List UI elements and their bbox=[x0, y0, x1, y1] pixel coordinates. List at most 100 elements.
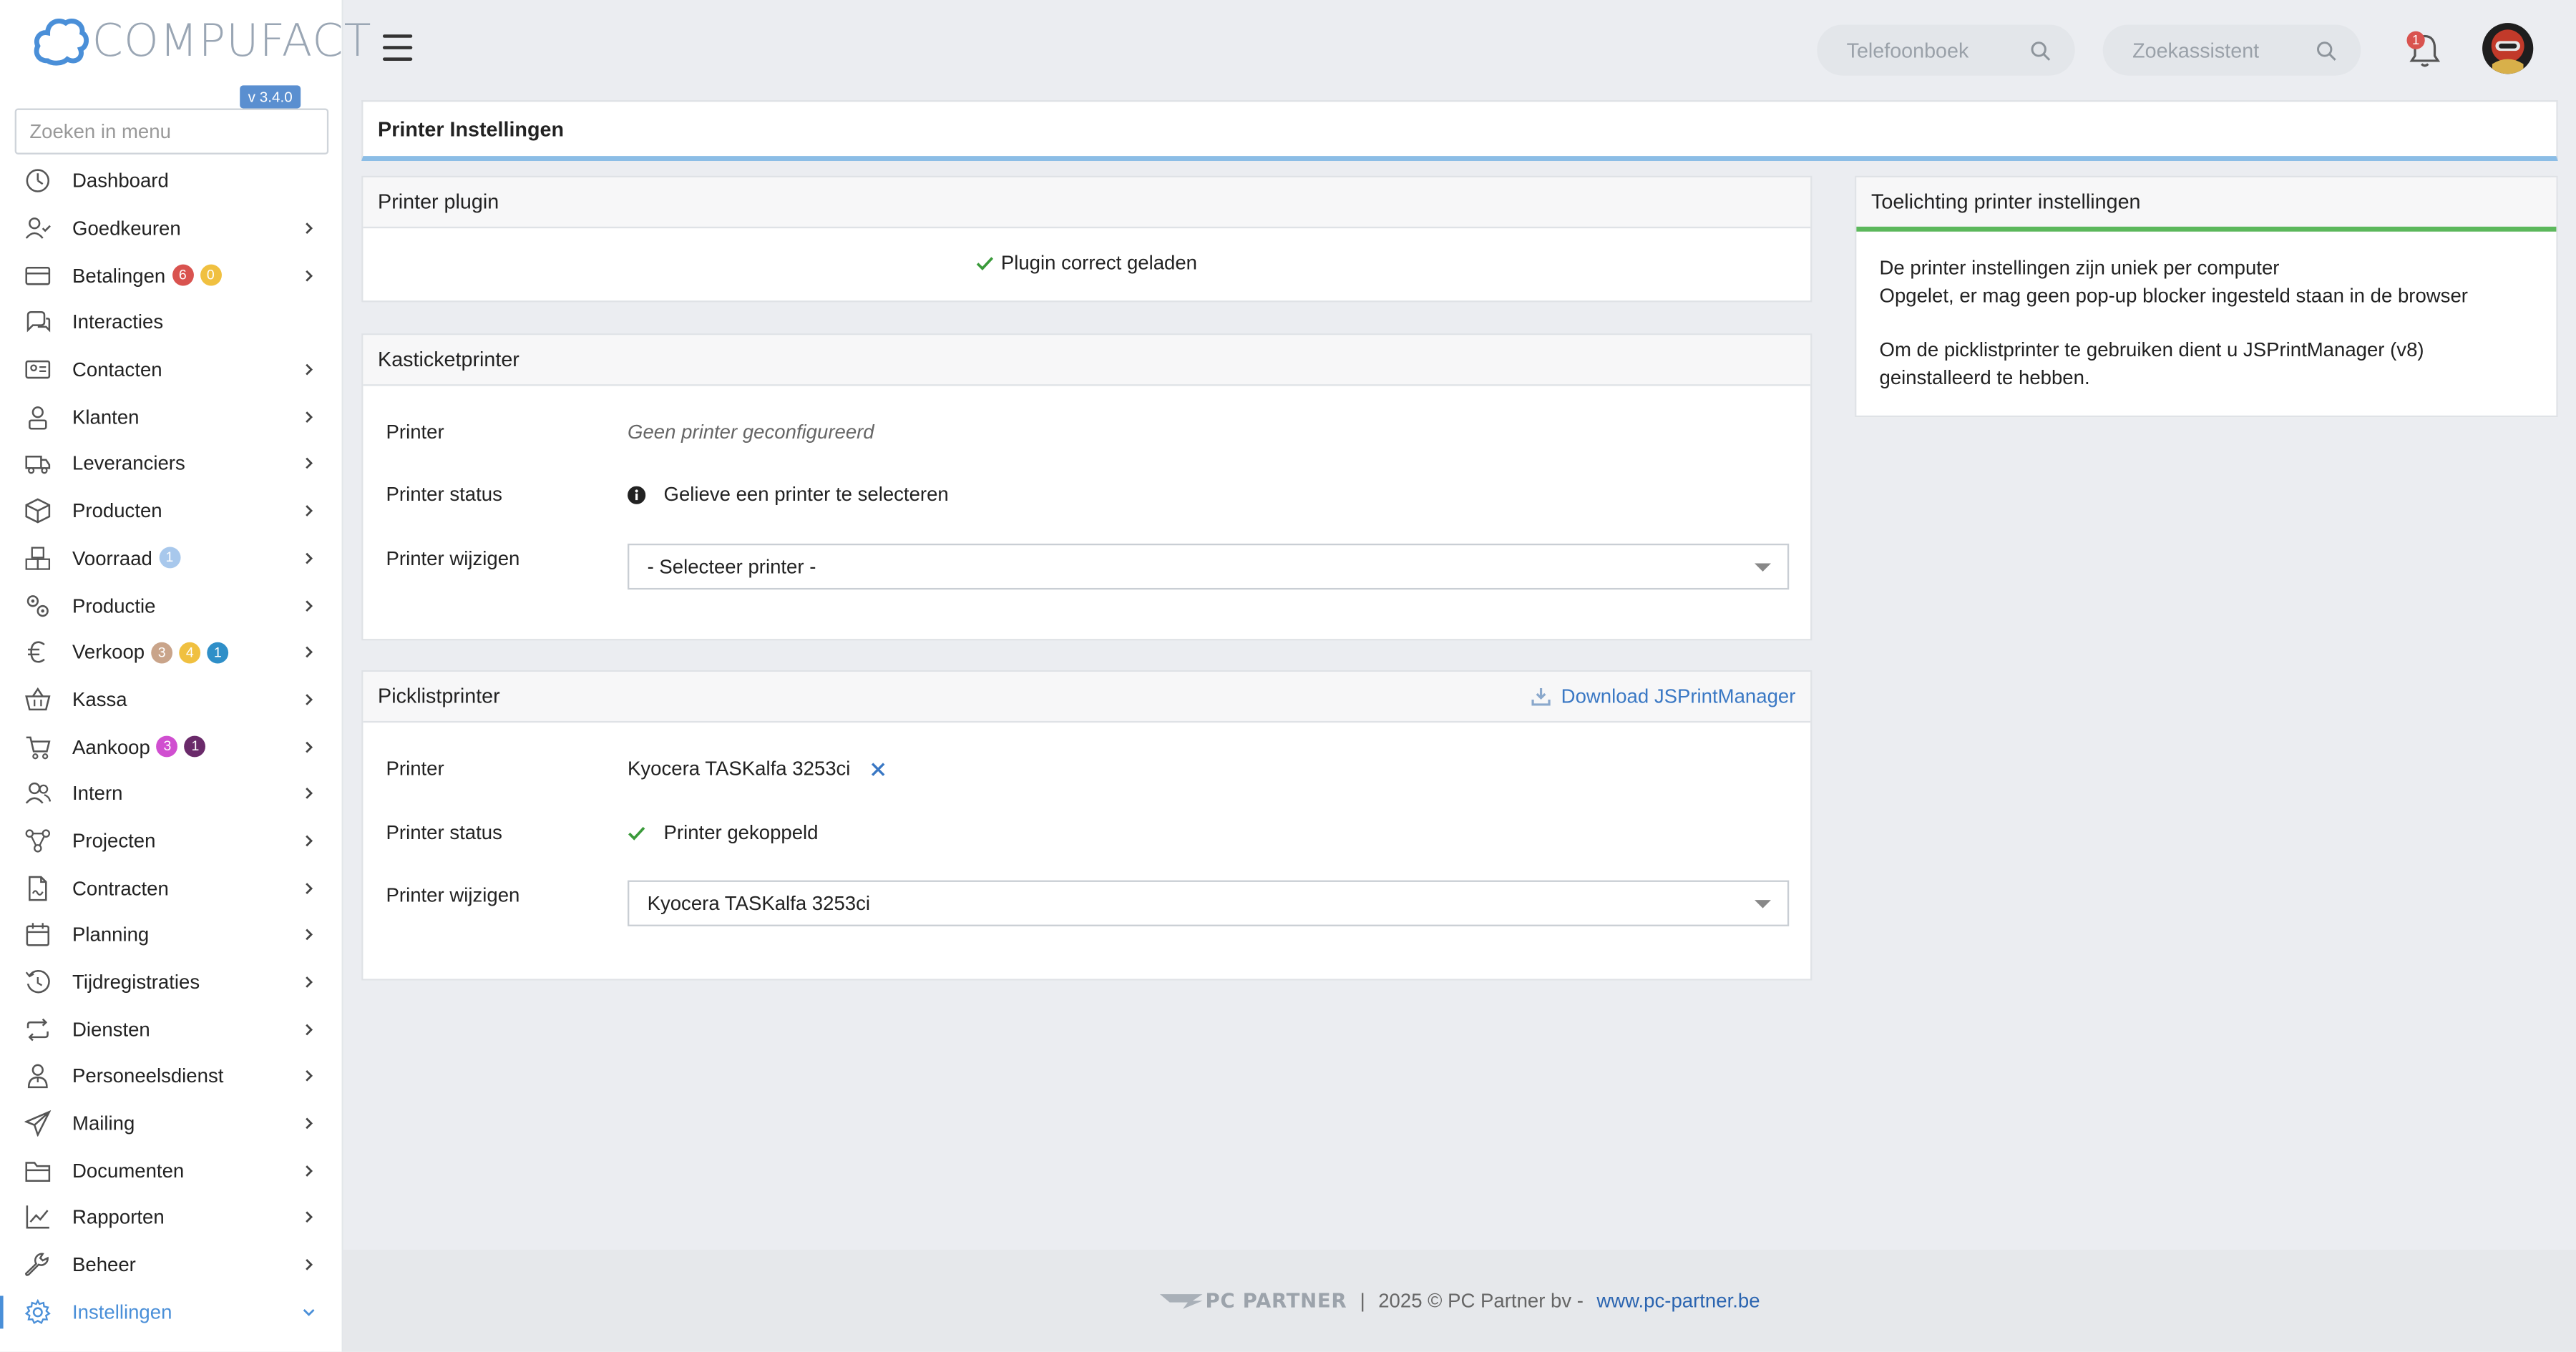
sidebar-item-planning[interactable]: Planning bbox=[0, 911, 343, 959]
sidebar-item-text: Producten bbox=[72, 499, 162, 523]
chevron-right-icon bbox=[306, 740, 313, 753]
chevron-right-icon bbox=[306, 505, 313, 517]
sidebar-item-beheer[interactable]: Beheer bbox=[0, 1241, 343, 1288]
sidebar-item-producten[interactable]: Producten bbox=[0, 487, 343, 534]
sidebar-item-leveranciers[interactable]: Leveranciers bbox=[0, 441, 343, 488]
sidebar-item-text: Intern bbox=[72, 782, 123, 805]
sidebar-item-label: Kassa bbox=[72, 688, 127, 711]
plugin-status-text: Plugin correct geladen bbox=[1000, 251, 1198, 275]
cloud-logo-icon bbox=[34, 19, 89, 66]
sidebar-item-diensten[interactable]: Diensten bbox=[0, 1006, 343, 1053]
sidebar-item-text: Voorraad bbox=[72, 547, 152, 570]
receipt-printer-select[interactable]: - Selecteer printer - bbox=[628, 543, 1790, 590]
search-icon[interactable] bbox=[2031, 40, 2051, 60]
paper-plane-icon bbox=[24, 1110, 52, 1137]
hamburger-menu-icon[interactable] bbox=[382, 34, 413, 61]
chevron-down-icon bbox=[303, 1308, 315, 1316]
calendar-icon bbox=[26, 924, 49, 947]
picklist-printer-select[interactable]: Kyocera TASKalfa 3253ci bbox=[628, 880, 1790, 926]
sidebar-item-kassa[interactable]: Kassa bbox=[0, 676, 343, 723]
topbar: 1 bbox=[343, 0, 2576, 99]
sidebar-item-rapporten[interactable]: Rapporten bbox=[0, 1194, 343, 1241]
sidebar-item-documenten[interactable]: Documenten bbox=[0, 1147, 343, 1195]
sidebar-item-mailing[interactable]: Mailing bbox=[0, 1100, 343, 1147]
sidebar-item-voorraad[interactable]: Voorraad 1 bbox=[0, 534, 343, 582]
sidebar-item-label: Productie bbox=[72, 594, 155, 617]
chevron-right-icon bbox=[306, 1212, 313, 1224]
sidebar-nav: Dashboard Goedkeuren Betalingen 6 0 Interacti… bbox=[0, 157, 343, 1336]
version-badge: v 3.4.0 bbox=[240, 85, 301, 109]
close-icon[interactable] bbox=[870, 761, 885, 776]
chevron-right-icon bbox=[306, 1165, 313, 1177]
euro-icon bbox=[28, 641, 45, 664]
credit-card-icon bbox=[25, 266, 51, 285]
sidebar-item-contracten[interactable]: Contracten bbox=[0, 864, 343, 911]
sidebar-item-instellingen[interactable]: Instellingen bbox=[0, 1288, 343, 1336]
sidebar-item-text: Verkoop bbox=[72, 640, 145, 665]
download-label: Download JSPrintManager bbox=[1561, 685, 1796, 708]
sidebar-item-dashboard[interactable]: Dashboard bbox=[0, 157, 343, 205]
phonebook-search-input[interactable] bbox=[1846, 38, 2028, 62]
help-line: Opgelet, er mag geen pop-up blocker inge… bbox=[1879, 283, 2468, 307]
sidebar-item-text: Rapporten bbox=[72, 1206, 165, 1230]
sidebar-item-contacten[interactable]: Contacten bbox=[0, 346, 343, 393]
chevron-right-icon bbox=[306, 882, 313, 894]
sidebar-item-tijdregistraties[interactable]: Tijdregistraties bbox=[0, 959, 343, 1006]
sidebar-item-text: Mailing bbox=[72, 1112, 135, 1135]
contract-icon bbox=[29, 875, 47, 901]
sidebar-item-text: Instellingen bbox=[72, 1300, 172, 1324]
sidebar-item-text: Interacties bbox=[72, 310, 164, 335]
sidebar-item-text: Beheer bbox=[72, 1253, 136, 1277]
chevron-right-icon bbox=[306, 1024, 313, 1035]
user-avatar[interactable] bbox=[2482, 23, 2534, 74]
menu-search-input[interactable] bbox=[14, 108, 329, 155]
search-icon[interactable] bbox=[2316, 40, 2336, 60]
sidebar-item-klanten[interactable]: Klanten bbox=[0, 393, 343, 441]
sidebar-item-verkoop[interactable]: Verkoop 3 4 1 bbox=[0, 629, 343, 676]
count-badge: 6 bbox=[172, 265, 194, 286]
basket-icon bbox=[25, 687, 51, 710]
sidebar-item-label: Goedkeuren bbox=[72, 217, 181, 240]
sidebar-item-label: Beheer bbox=[72, 1253, 136, 1276]
assistant-search[interactable] bbox=[2102, 24, 2361, 76]
avatar-image-icon bbox=[2482, 23, 2534, 74]
select-value: Kyocera TASKalfa 3253ci bbox=[647, 891, 871, 915]
sidebar-item-text: Dashboard bbox=[72, 170, 169, 193]
check-icon bbox=[628, 826, 645, 840]
page-title: Printer Instellingen bbox=[361, 100, 2558, 161]
picklist-printer-panel: Picklistprinter Download JSPrintManager … bbox=[361, 670, 1813, 981]
download-jsprintmanager-link[interactable]: Download JSPrintManager bbox=[1531, 685, 1796, 708]
chevron-right-icon bbox=[306, 222, 313, 235]
chevron-down-icon bbox=[1755, 900, 1771, 908]
assistant-search-input[interactable] bbox=[2132, 38, 2313, 62]
contact-card-icon bbox=[25, 361, 51, 379]
project-icon bbox=[25, 829, 51, 853]
count-badge: 1 bbox=[159, 547, 180, 569]
sidebar-item-aankoop[interactable]: Aankoop 3 1 bbox=[0, 723, 343, 770]
sidebar-item-text: Productie bbox=[72, 594, 156, 617]
sidebar-item-text: Leveranciers bbox=[72, 452, 185, 476]
chevron-right-icon bbox=[306, 363, 313, 376]
receipt-printer-panel: Kasticketprinter Printer Geen printer ge… bbox=[361, 333, 1813, 641]
sidebar-item-interacties[interactable]: Interacties bbox=[0, 299, 343, 346]
chevron-right-icon bbox=[306, 270, 313, 281]
help-panel: Toelichting printer instellingen De prin… bbox=[1855, 175, 2558, 418]
sidebar-item-intern[interactable]: Intern bbox=[0, 770, 343, 818]
sidebar-item-personeelsdienst[interactable]: Personeelsdienst bbox=[0, 1053, 343, 1100]
sidebar-item-productie[interactable]: Productie bbox=[0, 582, 343, 629]
sidebar-item-label: Dashboard bbox=[72, 170, 169, 192]
footer-website-link[interactable]: www.pc-partner.be bbox=[1596, 1289, 1760, 1312]
printer-value: Geen printer geconfigureerd bbox=[628, 420, 874, 444]
sidebar-item-label: Voorraad 1 bbox=[72, 547, 180, 569]
phonebook-search[interactable] bbox=[1817, 24, 2075, 76]
count-badge: 4 bbox=[179, 642, 201, 663]
sidebar-item-betalingen[interactable]: Betalingen 6 0 bbox=[0, 252, 343, 299]
count-badge: 1 bbox=[207, 642, 229, 663]
line-chart-icon bbox=[26, 1206, 49, 1230]
printer-change-label: Printer wijzigen bbox=[386, 883, 520, 907]
sidebar-item-projecten[interactable]: Projecten bbox=[0, 817, 343, 864]
sidebar-item-label: Diensten bbox=[72, 1018, 150, 1041]
chevron-right-icon bbox=[306, 976, 313, 988]
sidebar-item-goedkeuren[interactable]: Goedkeuren bbox=[0, 205, 343, 252]
compufact-logo[interactable]: COMPUFACT bbox=[33, 13, 372, 69]
